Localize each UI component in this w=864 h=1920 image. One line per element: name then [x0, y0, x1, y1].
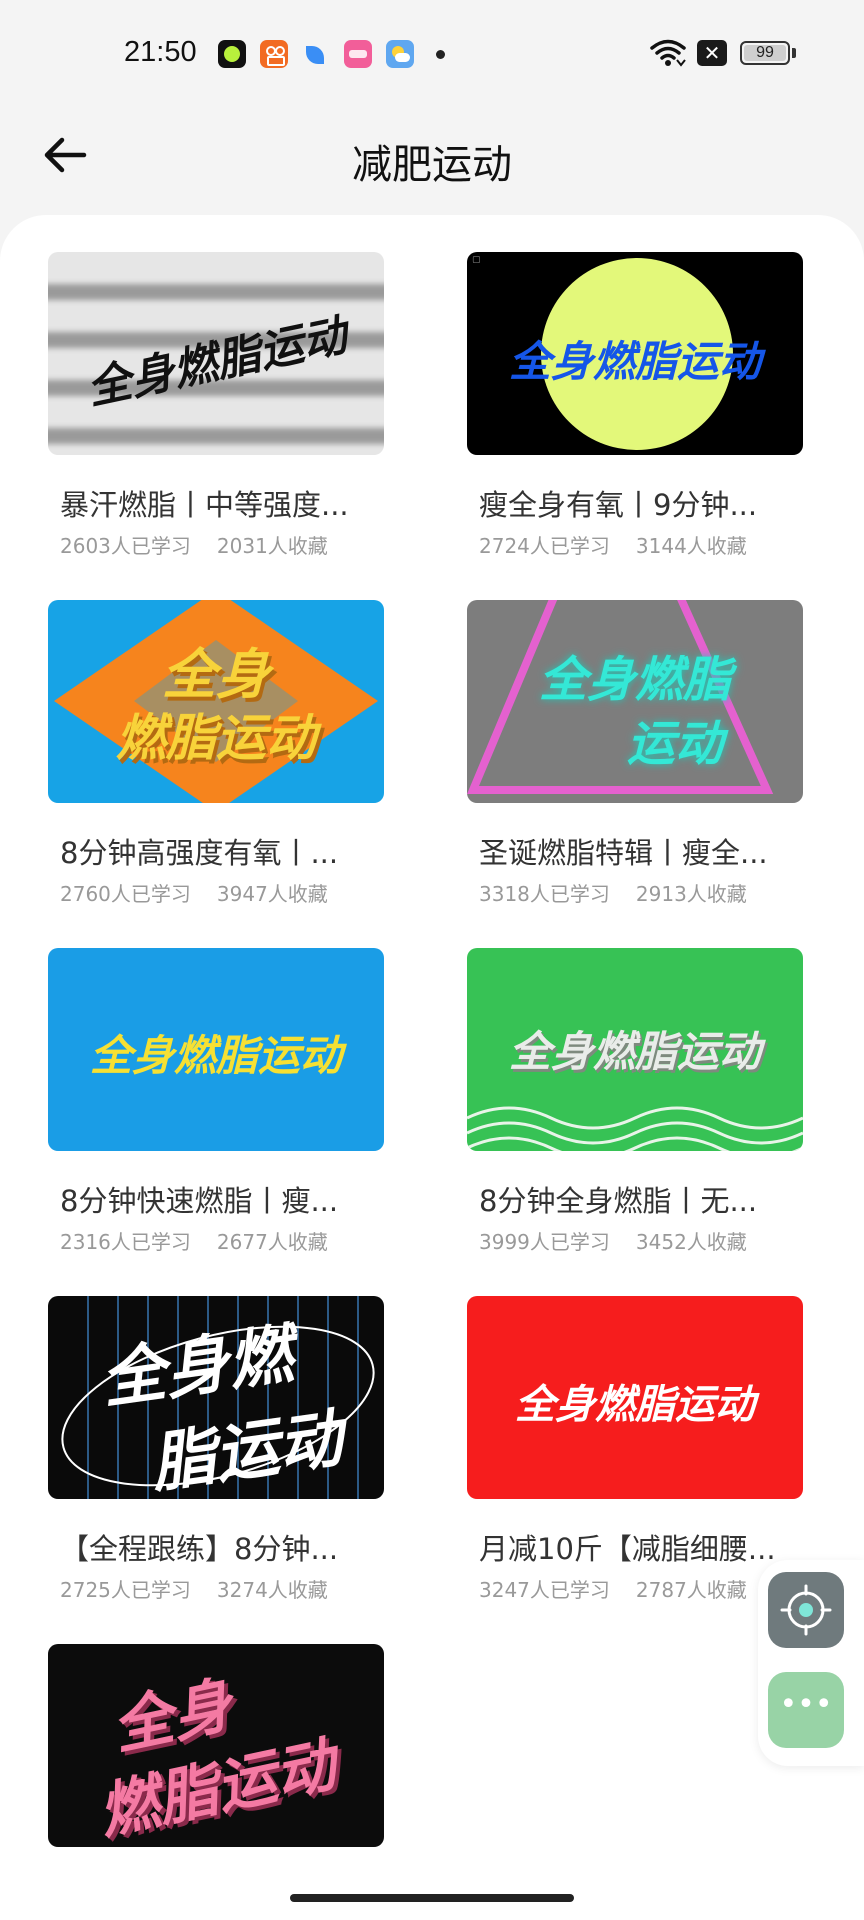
- course-card[interactable]: 全身燃脂运动 月减10斤【减脂细腰... 3247人已学习 2787人收藏: [467, 1296, 803, 1606]
- course-stats: 3318人已学习 2913人收藏: [479, 878, 747, 907]
- battery-tip: [792, 48, 796, 58]
- course-title: 【全程跟练】8分钟...: [60, 1532, 339, 1566]
- favorite-count: 2913人收藏: [635, 882, 747, 906]
- course-list: 全身燃脂运动 暴汗燃脂丨中等强度... 2603人已学习 2031人收藏 ▢ 全身…: [0, 215, 864, 1920]
- pink-app-icon: [344, 40, 372, 68]
- thumbnail-text-line2: 燃脂运动: [116, 709, 316, 767]
- course-stats: 2725人已学习 3274人收藏: [60, 1574, 328, 1603]
- wifi-icon: [650, 39, 686, 67]
- thumbnail-text: 全身燃脂运动: [89, 1031, 342, 1080]
- learner-count: 3318人已学习: [479, 882, 610, 906]
- course-card[interactable]: 全身燃脂 运动 圣诞燃脂特辑丨瘦全... 3318人已学习 2913人收藏: [467, 600, 803, 910]
- sim-disabled-icon: ✕: [697, 40, 727, 66]
- favorite-count: 2677人收藏: [216, 1230, 328, 1254]
- favorite-count: 2787人收藏: [635, 1578, 747, 1602]
- status-time: 21:50: [124, 36, 197, 68]
- course-title: 圣诞燃脂特辑丨瘦全...: [479, 836, 768, 870]
- course-thumbnail: 全身燃脂运动: [48, 252, 384, 455]
- learner-count: 2603人已学习: [60, 534, 191, 558]
- battery-icon: 99: [740, 41, 790, 65]
- course-stats: 3247人已学习 2787人收藏: [479, 1574, 747, 1603]
- orange-app-icon: [260, 40, 288, 68]
- course-card[interactable]: 全身燃 脂运动 【全程跟练】8分钟... 2725人已学习 3274人收藏: [48, 1296, 384, 1606]
- course-thumbnail: 全身 燃脂运动: [48, 1644, 384, 1847]
- course-thumbnail: 全身燃脂运动: [467, 948, 803, 1151]
- crosshair-icon: [780, 1584, 832, 1636]
- course-title: 8分钟全身燃脂丨无...: [479, 1184, 758, 1218]
- course-card[interactable]: 全身燃脂运动 暴汗燃脂丨中等强度... 2603人已学习 2031人收藏: [48, 252, 384, 562]
- course-title: 暴汗燃脂丨中等强度...: [60, 488, 349, 522]
- home-indicator[interactable]: [290, 1894, 574, 1902]
- course-card[interactable]: 全身燃脂运动 8分钟全身燃脂丨无... 3999人已学习 3452人收藏: [467, 948, 803, 1258]
- status-bar: 21:50 ✕ 99: [0, 0, 864, 110]
- more-dots-icon: •••: [779, 1687, 833, 1722]
- thumbnail-text: 全身燃脂运动: [508, 337, 761, 386]
- course-thumbnail: 全身 燃脂运动: [48, 600, 384, 803]
- thumbnail-text-line2: 运动: [626, 716, 723, 772]
- course-title: 月减10斤【减脂细腰...: [479, 1532, 776, 1566]
- page-title: 减肥运动: [352, 142, 512, 188]
- battery-text: 99: [756, 44, 774, 61]
- blue-leaf-app-icon: [302, 40, 330, 68]
- favorite-count: 3144人收藏: [635, 534, 747, 558]
- learner-count: 2725人已学习: [60, 1578, 191, 1602]
- favorite-count: 2031人收藏: [216, 534, 328, 558]
- learner-count: 2724人已学习: [479, 534, 610, 558]
- thumbnail-text: 全身燃脂运动: [508, 1027, 761, 1076]
- course-title: 瘦全身有氧丨9分钟...: [479, 488, 758, 522]
- course-stats: 2724人已学习 3144人收藏: [479, 530, 747, 559]
- course-stats: 3999人已学习 3452人收藏: [479, 1226, 747, 1255]
- dark-circle-app-icon: [218, 40, 246, 68]
- thumbnail-text-line1: 全身燃脂: [538, 652, 731, 708]
- course-card[interactable]: 全身 燃脂运动: [48, 1644, 384, 1847]
- course-thumbnail: 全身燃脂 运动: [467, 600, 803, 803]
- notification-dot: [436, 50, 445, 59]
- course-title: 8分钟快速燃脂丨瘦...: [60, 1184, 339, 1218]
- course-stats: 2760人已学习 3947人收藏: [60, 878, 328, 907]
- course-thumbnail: ▢ 全身燃脂运动: [467, 252, 803, 455]
- learner-count: 2760人已学习: [60, 882, 191, 906]
- thumbnail-text: 全身燃脂运动: [515, 1382, 755, 1428]
- course-thumbnail: 全身燃脂运动: [467, 1296, 803, 1499]
- course-card[interactable]: 全身燃脂运动 8分钟快速燃脂丨瘦... 2316人已学习 2677人收藏: [48, 948, 384, 1258]
- course-stats: 2316人已学习 2677人收藏: [60, 1226, 328, 1255]
- favorite-count: 3274人收藏: [216, 1578, 328, 1602]
- locate-button[interactable]: [768, 1572, 844, 1648]
- course-thumbnail: 全身燃脂运动: [48, 948, 384, 1151]
- course-card[interactable]: 全身 燃脂运动 8分钟高强度有氧丨... 2760人已学习 3947人收藏: [48, 600, 384, 910]
- course-card[interactable]: ▢ 全身燃脂运动 瘦全身有氧丨9分钟... 2724人已学习 3144人收藏: [467, 252, 803, 562]
- favorite-count: 3452人收藏: [635, 1230, 747, 1254]
- learner-count: 3247人已学习: [479, 1578, 610, 1602]
- favorite-count: 3947人收藏: [216, 882, 328, 906]
- more-button[interactable]: •••: [768, 1672, 844, 1748]
- weather-app-icon: [386, 40, 414, 68]
- course-thumbnail: 全身燃 脂运动: [48, 1296, 384, 1499]
- course-title: 8分钟高强度有氧丨...: [60, 836, 339, 870]
- learner-count: 2316人已学习: [60, 1230, 191, 1254]
- course-stats: 2603人已学习 2031人收藏: [60, 530, 328, 559]
- learner-count: 3999人已学习: [479, 1230, 610, 1254]
- watermark: ▢: [472, 255, 481, 265]
